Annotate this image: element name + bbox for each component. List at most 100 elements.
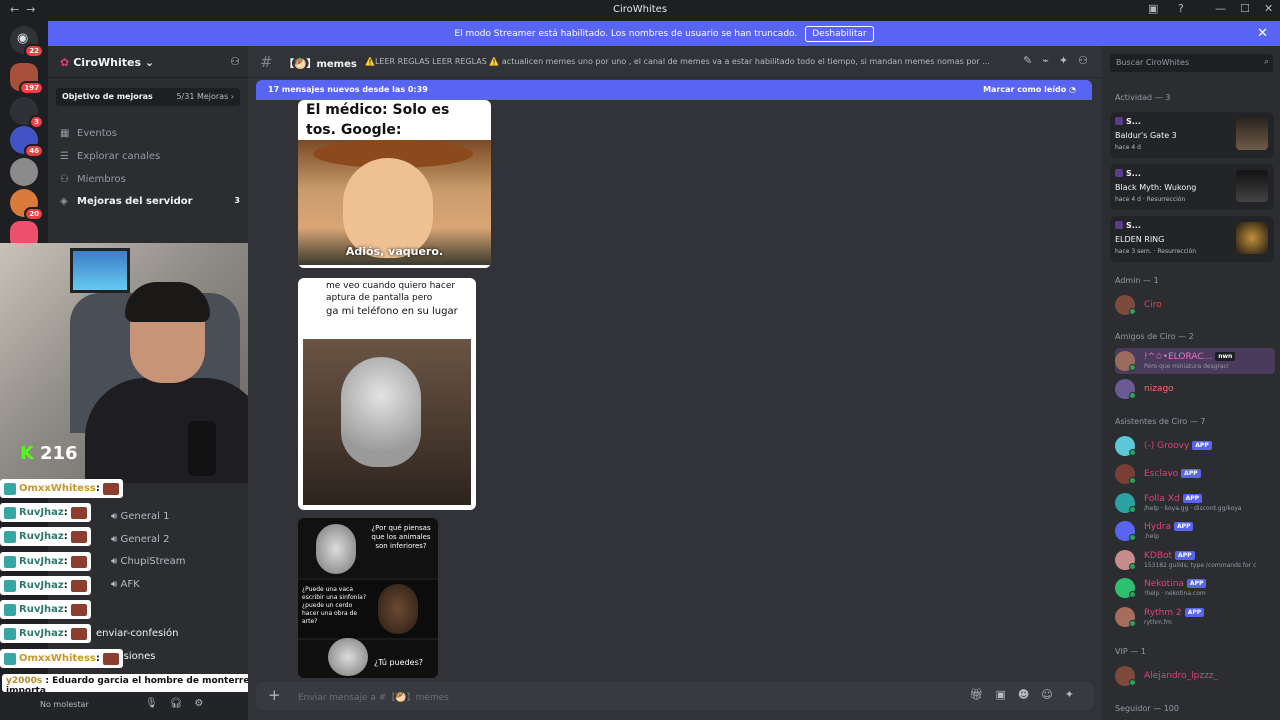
activity-game: Black Myth: Wukong	[1115, 183, 1197, 192]
status-indicator	[1129, 591, 1136, 598]
activity-card[interactable]: S... Black Myth: Wukong hace 4 d · Resur…	[1110, 164, 1274, 210]
member-item[interactable]: Hydra APP .help	[1115, 518, 1275, 544]
member-name: Hydra APP	[1144, 522, 1194, 532]
member-name: Folla Xd APP	[1144, 494, 1203, 504]
kick-logo-icon: K	[20, 443, 34, 464]
voice-channel[interactable]: 🔊︎ General 1	[111, 511, 169, 522]
chat-emote-icon	[102, 482, 119, 495]
member-status-text: Pero que miniatura desgraci	[1144, 363, 1229, 370]
server-icon[interactable]: 46	[10, 126, 44, 158]
server-icon[interactable]	[10, 158, 38, 186]
server-icon[interactable]: 3	[10, 97, 44, 129]
nav-members[interactable]: ⚇ Miembros	[60, 174, 126, 185]
member-status-text: 153182 guilds; type /commands for c	[1144, 562, 1257, 569]
server-badge: 20	[24, 207, 44, 221]
meme-image[interactable]: El médico: Solo es tos. Google: Adiós, v…	[298, 100, 491, 268]
chat-badge-icon	[4, 579, 16, 592]
chat-user: RuvJhaz	[19, 507, 64, 518]
server-name-header[interactable]: ✿ CiroWhites ⌄ ⚇	[48, 46, 248, 78]
stream-chat-message: RuvJhaz :	[0, 576, 91, 595]
app-badge: APP	[1184, 608, 1205, 617]
nav-label: Explorar canales	[77, 151, 161, 162]
chat-separator: :	[63, 628, 68, 639]
message-composer[interactable]: + Enviar mensaje a #【🥙】memes 🎁︎▣☻☺✦	[256, 682, 1094, 710]
member-name-text: !^✩•ELORAC...	[1144, 352, 1213, 362]
list-icon: ☰	[60, 151, 69, 162]
member-item[interactable]: !^✩•ELORAC... nwn Pero que miniatura desgr…	[1115, 348, 1275, 374]
server-icon[interactable]: 197	[10, 63, 44, 95]
activity-user: S...	[1126, 221, 1141, 230]
voice-channel[interactable]: 🔊︎ ChupiStream	[111, 556, 185, 567]
meme-image[interactable]: ¿Por qué piensas que los animales son in…	[298, 518, 438, 678]
member-item[interactable]: Ciro	[1115, 292, 1275, 318]
text-channel[interactable]: enviar-confesión	[96, 628, 178, 639]
chat-user: y2000s	[6, 676, 43, 686]
chat-user: RuvJhaz	[19, 628, 64, 639]
maximize-icon[interactable]: ☐	[1240, 2, 1250, 15]
game-art	[1236, 222, 1268, 254]
close-banner-icon[interactable]: ✕	[1257, 26, 1268, 41]
channel-label: ChupiStream	[120, 556, 186, 567]
voice-channel[interactable]: 🔊︎ General 2	[111, 534, 169, 545]
member-item[interactable]: Folla Xd APP/help · koya.gg · discord.gg/…	[1115, 490, 1275, 516]
channel-view: # 【🥙】memes ⚠️LEER REGLAS LEER REGLAS ⚠️ …	[248, 46, 1102, 720]
member-section-header: Admin — 1	[1115, 276, 1159, 285]
nav-server-boosts[interactable]: ◈ Mejoras del servidor 3	[60, 196, 240, 207]
members-icon: ⚇	[60, 174, 69, 185]
nav-browse-channels[interactable]: ☰ Explorar canales	[60, 151, 160, 162]
add-attachment-icon[interactable]: +	[268, 686, 281, 704]
chat-separator: :	[95, 483, 100, 494]
member-item[interactable]: Alejandro_lpzzz_	[1115, 663, 1275, 689]
meme-image[interactable]: me veo cuando quiero hacer aptura de pan…	[298, 278, 476, 510]
activity-game: ELDEN RING	[1115, 235, 1165, 244]
voice-channel[interactable]: 🔊︎ AFK	[111, 579, 140, 590]
member-item[interactable]: Nekotina APP !help · nekotina.com	[1115, 575, 1275, 601]
dm-home-icon[interactable]: ◉ 22	[10, 26, 44, 58]
disable-streamer-button[interactable]: Deshabilitar	[805, 25, 874, 42]
member-item[interactable]: Esclavo APP	[1115, 461, 1275, 487]
status-indicator	[1129, 620, 1136, 627]
new-messages-bar[interactable]: 17 mensajes nuevos desde las 0:39 Marcar…	[256, 80, 1092, 100]
chat-separator: :	[63, 531, 68, 542]
server-badge-icon: ✿	[60, 56, 70, 69]
window-title: CiroWhites	[612, 4, 668, 15]
member-name: Nekotina APP	[1144, 579, 1207, 589]
search-input[interactable]: Buscar CiroWhites ⌕	[1110, 54, 1273, 72]
mic-headset-settings-icons[interactable]: 🎙︎🎧︎⚙	[145, 698, 215, 709]
meme-text: ¿Por qué piensas que los animales son in…	[371, 524, 431, 550]
close-window-icon[interactable]: ✕	[1264, 2, 1273, 15]
inbox-icon[interactable]: ▣	[1148, 2, 1158, 15]
activity-card[interactable]: S... ELDEN RING hace 3 sem. · Resurrecci…	[1110, 216, 1274, 262]
meme-text: me veo cuando quiero hacer	[326, 281, 456, 291]
activity-card[interactable]: S... Baldur's Gate 3 hace 4 d	[1110, 112, 1274, 158]
channel-label: AFK	[120, 579, 140, 590]
minimize-icon[interactable]: —	[1215, 2, 1226, 15]
member-item[interactable]: (-) Groovy APP	[1115, 433, 1275, 459]
add-friend-icon[interactable]: ⚇	[230, 55, 240, 68]
stream-chat-message: OmxxWhitess :	[0, 479, 123, 498]
chat-emote-icon	[70, 627, 87, 640]
status-indicator	[1129, 679, 1136, 686]
channel-topic[interactable]: ⚠️LEER REGLAS LEER REGLAS ⚠️ actualicen …	[365, 57, 995, 66]
mark-read-button[interactable]: Marcar como leído	[983, 85, 1066, 94]
member-name-text: Rythm 2	[1144, 608, 1182, 618]
kick-viewer-count: K 216	[20, 443, 78, 464]
boost-progress: 5/31 Mejoras	[176, 92, 229, 101]
chat-emote-icon	[70, 555, 87, 568]
chat-user: RuvJhaz	[19, 580, 64, 591]
game-art	[1236, 170, 1268, 202]
nav-label: Mejoras del servidor	[77, 196, 193, 207]
header-tools-icons[interactable]: ✎⌁✦⚇	[1023, 54, 1098, 67]
user-status: No molestar	[40, 700, 89, 709]
user-panel: No molestar 🎙︎🎧︎⚙	[0, 692, 248, 720]
help-icon[interactable]: ?	[1178, 2, 1184, 15]
member-item[interactable]: nizago	[1115, 376, 1275, 402]
member-name-text: nizago	[1144, 384, 1174, 394]
member-item[interactable]: Rythm 2 APP rythm.fm	[1115, 604, 1275, 630]
nav-events[interactable]: ▦ Eventos	[60, 128, 117, 139]
app-badge: APP	[1192, 441, 1212, 450]
server-icon[interactable]: 20	[10, 189, 44, 221]
composer-tools-icons[interactable]: 🎁︎▣☻☺✦	[969, 688, 1086, 701]
boost-goal[interactable]: Objetivo de mejoras 5/31 Mejoras ›	[56, 88, 240, 106]
member-item[interactable]: KDBot APP 153182 guilds; type /commands fo…	[1115, 547, 1275, 573]
